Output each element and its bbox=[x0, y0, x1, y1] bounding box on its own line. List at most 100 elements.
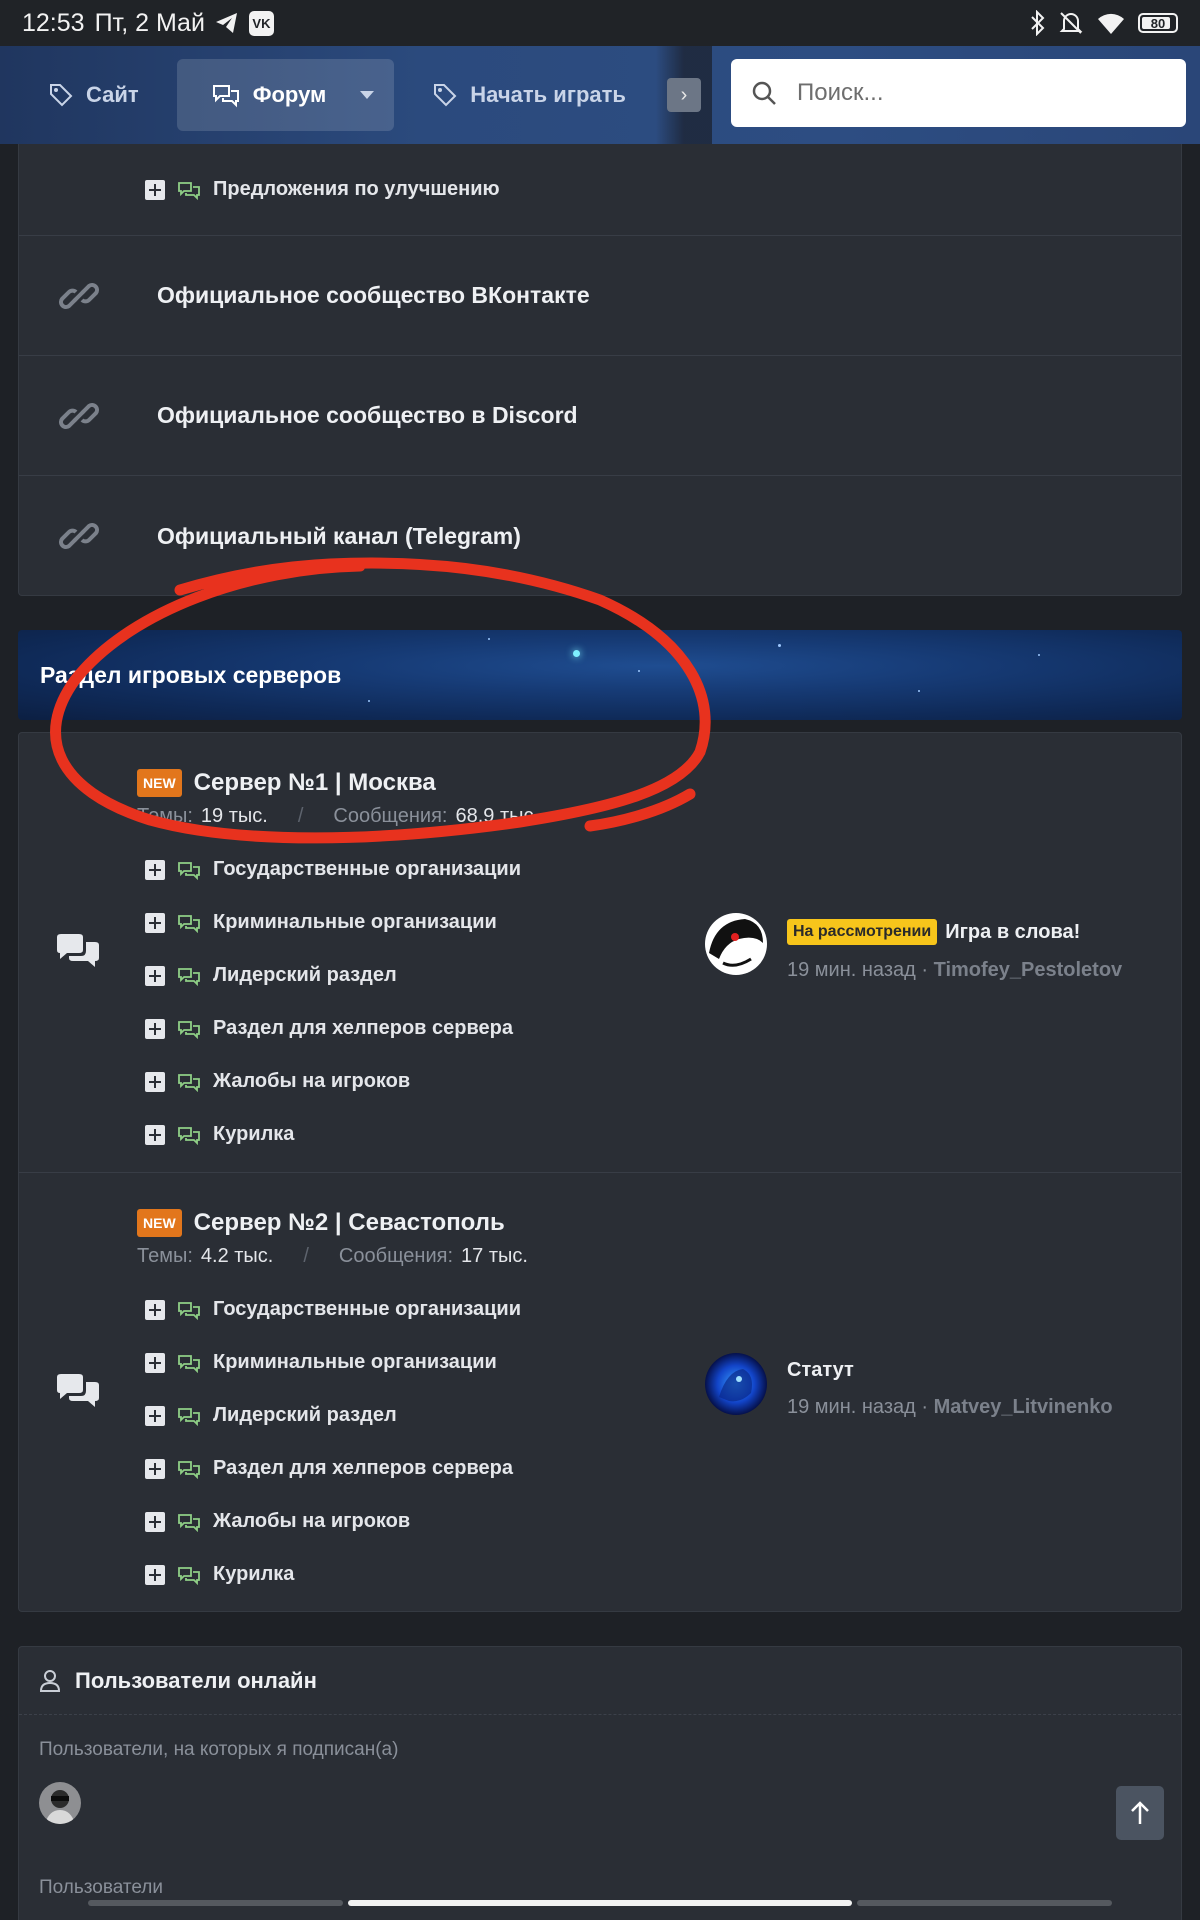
subforum-label[interactable]: Криминальные организации bbox=[213, 1351, 497, 1374]
subforum-item[interactable]: Государственные организации bbox=[145, 1283, 521, 1336]
subforum-item[interactable]: Государственные организации bbox=[145, 843, 521, 896]
following-label: Пользователи, на которых я подписан(а) bbox=[39, 1739, 399, 1760]
expand-plus-icon[interactable] bbox=[145, 1511, 165, 1532]
subforum-item[interactable]: Криминальные организации bbox=[145, 896, 521, 949]
subforum-bubbles-icon bbox=[178, 1073, 200, 1092]
subforum-bubbles-icon bbox=[178, 1354, 200, 1373]
home-indicator[interactable] bbox=[348, 1900, 852, 1906]
gesture-bar-right bbox=[857, 1900, 1112, 1906]
star-decoration bbox=[573, 650, 580, 657]
subforum-label[interactable]: Жалобы на игроков bbox=[213, 1070, 410, 1093]
nav-site[interactable]: Сайт bbox=[18, 59, 169, 131]
subforum-bubbles-icon bbox=[178, 1513, 200, 1532]
system-status-bar: 12:53 Пт, 2 Май VK 80 bbox=[0, 0, 1200, 46]
meta-separator: · bbox=[921, 959, 929, 981]
clock-date: Пт, 2 Май bbox=[94, 8, 205, 37]
nav-forum-label: Форум bbox=[252, 82, 327, 107]
avatar[interactable] bbox=[705, 913, 767, 975]
forum-stats: Темы: 19 тыс. / Сообщения: 68.9 тыс. bbox=[137, 805, 539, 828]
subforum-item[interactable]: Раздел для хелперов сервера bbox=[145, 1002, 521, 1055]
stats-separator: / bbox=[297, 805, 304, 827]
themes-label: Темы: bbox=[137, 805, 193, 827]
subforum-label[interactable]: Предложения по улучшению bbox=[213, 178, 500, 201]
nav-play[interactable]: Начать играть bbox=[402, 59, 656, 131]
subforum-item[interactable]: Лидерский раздел bbox=[145, 1389, 521, 1442]
online-users-title[interactable]: Пользователи онлайн bbox=[75, 1668, 317, 1694]
subforum-item[interactable]: Курилка bbox=[145, 1108, 521, 1161]
subforum-label[interactable]: Курилка bbox=[213, 1123, 294, 1146]
links-block: Предложения по улучшению Официальное соо… bbox=[18, 144, 1182, 596]
expand-plus-icon[interactable] bbox=[145, 912, 165, 933]
expand-plus-icon[interactable] bbox=[145, 179, 165, 200]
avatar[interactable] bbox=[39, 1782, 81, 1824]
expand-plus-icon[interactable] bbox=[145, 1124, 165, 1145]
subforum-label[interactable]: Раздел для хелперов сервера bbox=[213, 1457, 513, 1480]
expand-plus-icon[interactable] bbox=[145, 1299, 165, 1320]
subforum-item[interactable]: Курилка bbox=[145, 1548, 521, 1601]
expand-plus-icon[interactable] bbox=[145, 1352, 165, 1373]
subforum-label[interactable]: Лидерский раздел bbox=[213, 964, 397, 987]
subforum-item[interactable]: Лидерский раздел bbox=[145, 949, 521, 1002]
expand-plus-icon[interactable] bbox=[145, 859, 165, 880]
last-post-title[interactable]: Игра в слова! bbox=[945, 921, 1080, 944]
expand-plus-icon[interactable] bbox=[145, 1071, 165, 1092]
forum-title[interactable]: Сервер №2 | Севастополь bbox=[194, 1209, 505, 1237]
link-forum-vk[interactable]: Официальное сообщество ВКонтакте bbox=[19, 236, 1181, 356]
star-decoration bbox=[778, 644, 781, 647]
expand-plus-icon[interactable] bbox=[145, 1458, 165, 1479]
subforum-label[interactable]: Криминальные организации bbox=[213, 911, 497, 934]
scroll-top-button[interactable] bbox=[1116, 1786, 1164, 1840]
link-title[interactable]: Официальное сообщество в Discord bbox=[157, 402, 578, 429]
expand-plus-icon[interactable] bbox=[145, 1564, 165, 1585]
link-forum-discord[interactable]: Официальное сообщество в Discord bbox=[19, 356, 1181, 476]
link-title[interactable]: Официальное сообщество ВКонтакте bbox=[157, 282, 590, 309]
avatar[interactable] bbox=[705, 1353, 767, 1415]
muted-bell-icon bbox=[1058, 10, 1084, 36]
subforum-list: Государственные организации Криминальные… bbox=[145, 1283, 521, 1601]
expand-plus-icon[interactable] bbox=[145, 1018, 165, 1039]
messages-count: 17 тыс. bbox=[461, 1245, 528, 1267]
last-post-time[interactable]: 19 мин. назад bbox=[787, 959, 916, 981]
nav-forum[interactable]: Форум bbox=[176, 59, 395, 131]
tag-icon bbox=[50, 84, 73, 107]
subforum-bubbles-icon bbox=[178, 1301, 200, 1320]
subforum-item[interactable]: Криминальные организации bbox=[145, 1336, 521, 1389]
last-post-user[interactable]: Matvey_Litvinenko bbox=[934, 1396, 1113, 1418]
search-input[interactable] bbox=[797, 79, 1157, 107]
last-post-user[interactable]: Timofey_Pestoletov bbox=[934, 959, 1123, 981]
subforum-bubbles-icon bbox=[178, 914, 200, 933]
forum-bubbles-icon bbox=[212, 85, 239, 108]
forum-title[interactable]: Сервер №1 | Москва bbox=[194, 769, 436, 797]
search-box[interactable] bbox=[731, 59, 1186, 127]
subforum-label[interactable]: Лидерский раздел bbox=[213, 1404, 397, 1427]
subforum-label[interactable]: Государственные организации bbox=[213, 1298, 521, 1321]
forum-node-server-2: NEW Сервер №2 | Севастополь Темы: 4.2 ты… bbox=[19, 1173, 1181, 1613]
tag-icon bbox=[434, 84, 457, 107]
subforum-item[interactable]: Жалобы на игроков bbox=[145, 1495, 521, 1548]
vk-icon: VK bbox=[248, 10, 274, 36]
subforum-item[interactable]: Предложения по улучшению bbox=[19, 144, 1181, 236]
subforum-label[interactable]: Курилка bbox=[213, 1563, 294, 1586]
star-decoration bbox=[918, 690, 920, 692]
forum-bubbles-icon bbox=[57, 934, 99, 967]
chevron-down-icon[interactable] bbox=[360, 91, 375, 99]
subforum-label[interactable]: Жалобы на игроков bbox=[213, 1510, 410, 1533]
subforum-bubbles-icon bbox=[178, 861, 200, 880]
subforum-item[interactable]: Жалобы на игроков bbox=[145, 1055, 521, 1108]
link-title[interactable]: Официальный канал (Telegram) bbox=[157, 523, 521, 550]
status-label-badge: На рассмотрении bbox=[787, 919, 938, 945]
subforum-item[interactable]: Раздел для хелперов сервера bbox=[145, 1442, 521, 1495]
last-post-time[interactable]: 19 мин. назад bbox=[787, 1396, 916, 1418]
category-title[interactable]: Раздел игровых серверов bbox=[40, 662, 341, 689]
star-decoration bbox=[368, 700, 370, 702]
expand-plus-icon[interactable] bbox=[145, 1405, 165, 1426]
subforum-bubbles-icon bbox=[178, 1020, 200, 1039]
last-post-title[interactable]: Статут bbox=[787, 1359, 854, 1382]
category-header[interactable]: Раздел игровых серверов bbox=[18, 630, 1182, 720]
gesture-bar-left bbox=[88, 1900, 343, 1906]
expand-plus-icon[interactable] bbox=[145, 965, 165, 986]
nav-scroll-right[interactable]: › bbox=[655, 46, 712, 144]
subforum-label[interactable]: Государственные организации bbox=[213, 858, 521, 881]
subforum-label[interactable]: Раздел для хелперов сервера bbox=[213, 1017, 513, 1040]
link-forum-telegram[interactable]: Официальный канал (Telegram) bbox=[19, 476, 1181, 596]
